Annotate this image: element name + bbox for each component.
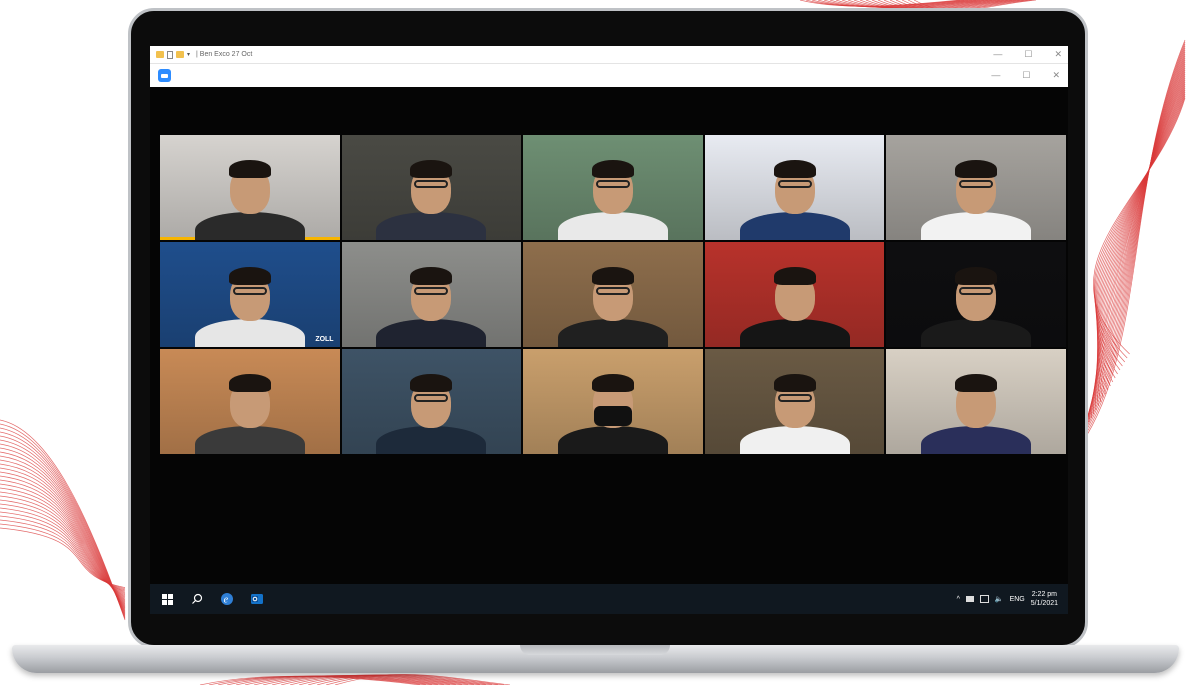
maximize-button[interactable]: ☐ xyxy=(1024,49,1032,60)
clock-time: 2:22 pm xyxy=(1031,591,1058,598)
windows-taskbar: e ^ 🔈 ENG 2:22 pm 5/1/2021 xyxy=(150,584,1068,614)
search-icon[interactable] xyxy=(190,592,204,606)
system-tray: ^ 🔈 ENG 2:22 pm 5/1/2021 xyxy=(957,590,1058,608)
window-title: | Ben Exco 27 Oct xyxy=(196,51,253,58)
chevron-down-icon[interactable]: ▾ xyxy=(187,51,190,58)
taskbar-clock[interactable]: 2:22 pm 5/1/2021 xyxy=(1031,590,1058,608)
wave-line-left xyxy=(0,435,126,616)
participant-video-tile[interactable] xyxy=(704,349,885,454)
participant-video-tile[interactable] xyxy=(341,242,522,347)
outlook-icon[interactable] xyxy=(250,592,264,606)
zoom-maximize-button[interactable]: ☐ xyxy=(1022,70,1030,81)
participant-video-tile[interactable] xyxy=(523,242,703,347)
folder-icon[interactable] xyxy=(176,51,184,58)
laptop-notch xyxy=(520,645,670,655)
input-language[interactable]: ENG xyxy=(1010,596,1025,603)
participant-video-tile[interactable]: ZOLL xyxy=(160,242,340,347)
wave-line-left xyxy=(0,467,126,606)
wave-line-left xyxy=(0,459,126,609)
gallery-view: ZOLL xyxy=(160,135,1066,454)
participant-video-tile[interactable] xyxy=(160,349,340,454)
participant-video-tile[interactable] xyxy=(341,349,522,454)
participant-video-tile[interactable] xyxy=(886,242,1066,347)
close-button[interactable]: ✕ xyxy=(1054,49,1062,60)
participant-video-tile[interactable] xyxy=(886,135,1066,240)
wave-line-left xyxy=(0,443,126,613)
clock-date: 5/1/2021 xyxy=(1030,600,1058,607)
participant-video-tile[interactable] xyxy=(523,135,703,240)
network-icon[interactable] xyxy=(979,595,989,603)
participant-video-tile[interactable] xyxy=(886,349,1066,454)
laptop-screen: ▾ | Ben Exco 27 Oct — ☐ ✕ — ☐ ✕ ZOLL e ^… xyxy=(150,46,1068,614)
folder-icon[interactable] xyxy=(965,596,974,602)
zoom-close-button[interactable]: ✕ xyxy=(1052,70,1060,81)
background-logo-text: ZOLL xyxy=(315,336,334,343)
document-icon[interactable] xyxy=(167,50,173,59)
participant-video-tile[interactable] xyxy=(704,242,885,347)
volume-icon[interactable]: 🔈 xyxy=(995,595,1004,603)
participant-video-tile[interactable] xyxy=(704,135,885,240)
start-button[interactable] xyxy=(160,592,174,606)
zoom-logo-icon xyxy=(158,69,171,82)
participant-video-tile[interactable] xyxy=(160,135,340,240)
windows-logo-icon xyxy=(161,593,173,605)
zoom-minimize-button[interactable]: — xyxy=(991,70,1000,81)
edge-browser-icon[interactable]: e xyxy=(220,592,234,606)
participant-video-tile[interactable] xyxy=(523,349,703,454)
folder-icon[interactable] xyxy=(156,51,164,58)
zoom-titlebar: — ☐ ✕ xyxy=(150,64,1068,87)
tray-chevron-icon[interactable]: ^ xyxy=(957,596,960,603)
svg-text:e: e xyxy=(224,595,229,606)
file-explorer-titlebar: ▾ | Ben Exco 27 Oct — ☐ ✕ xyxy=(150,46,1068,64)
minimize-button[interactable]: — xyxy=(993,49,1002,60)
participant-video-tile[interactable] xyxy=(341,135,522,240)
